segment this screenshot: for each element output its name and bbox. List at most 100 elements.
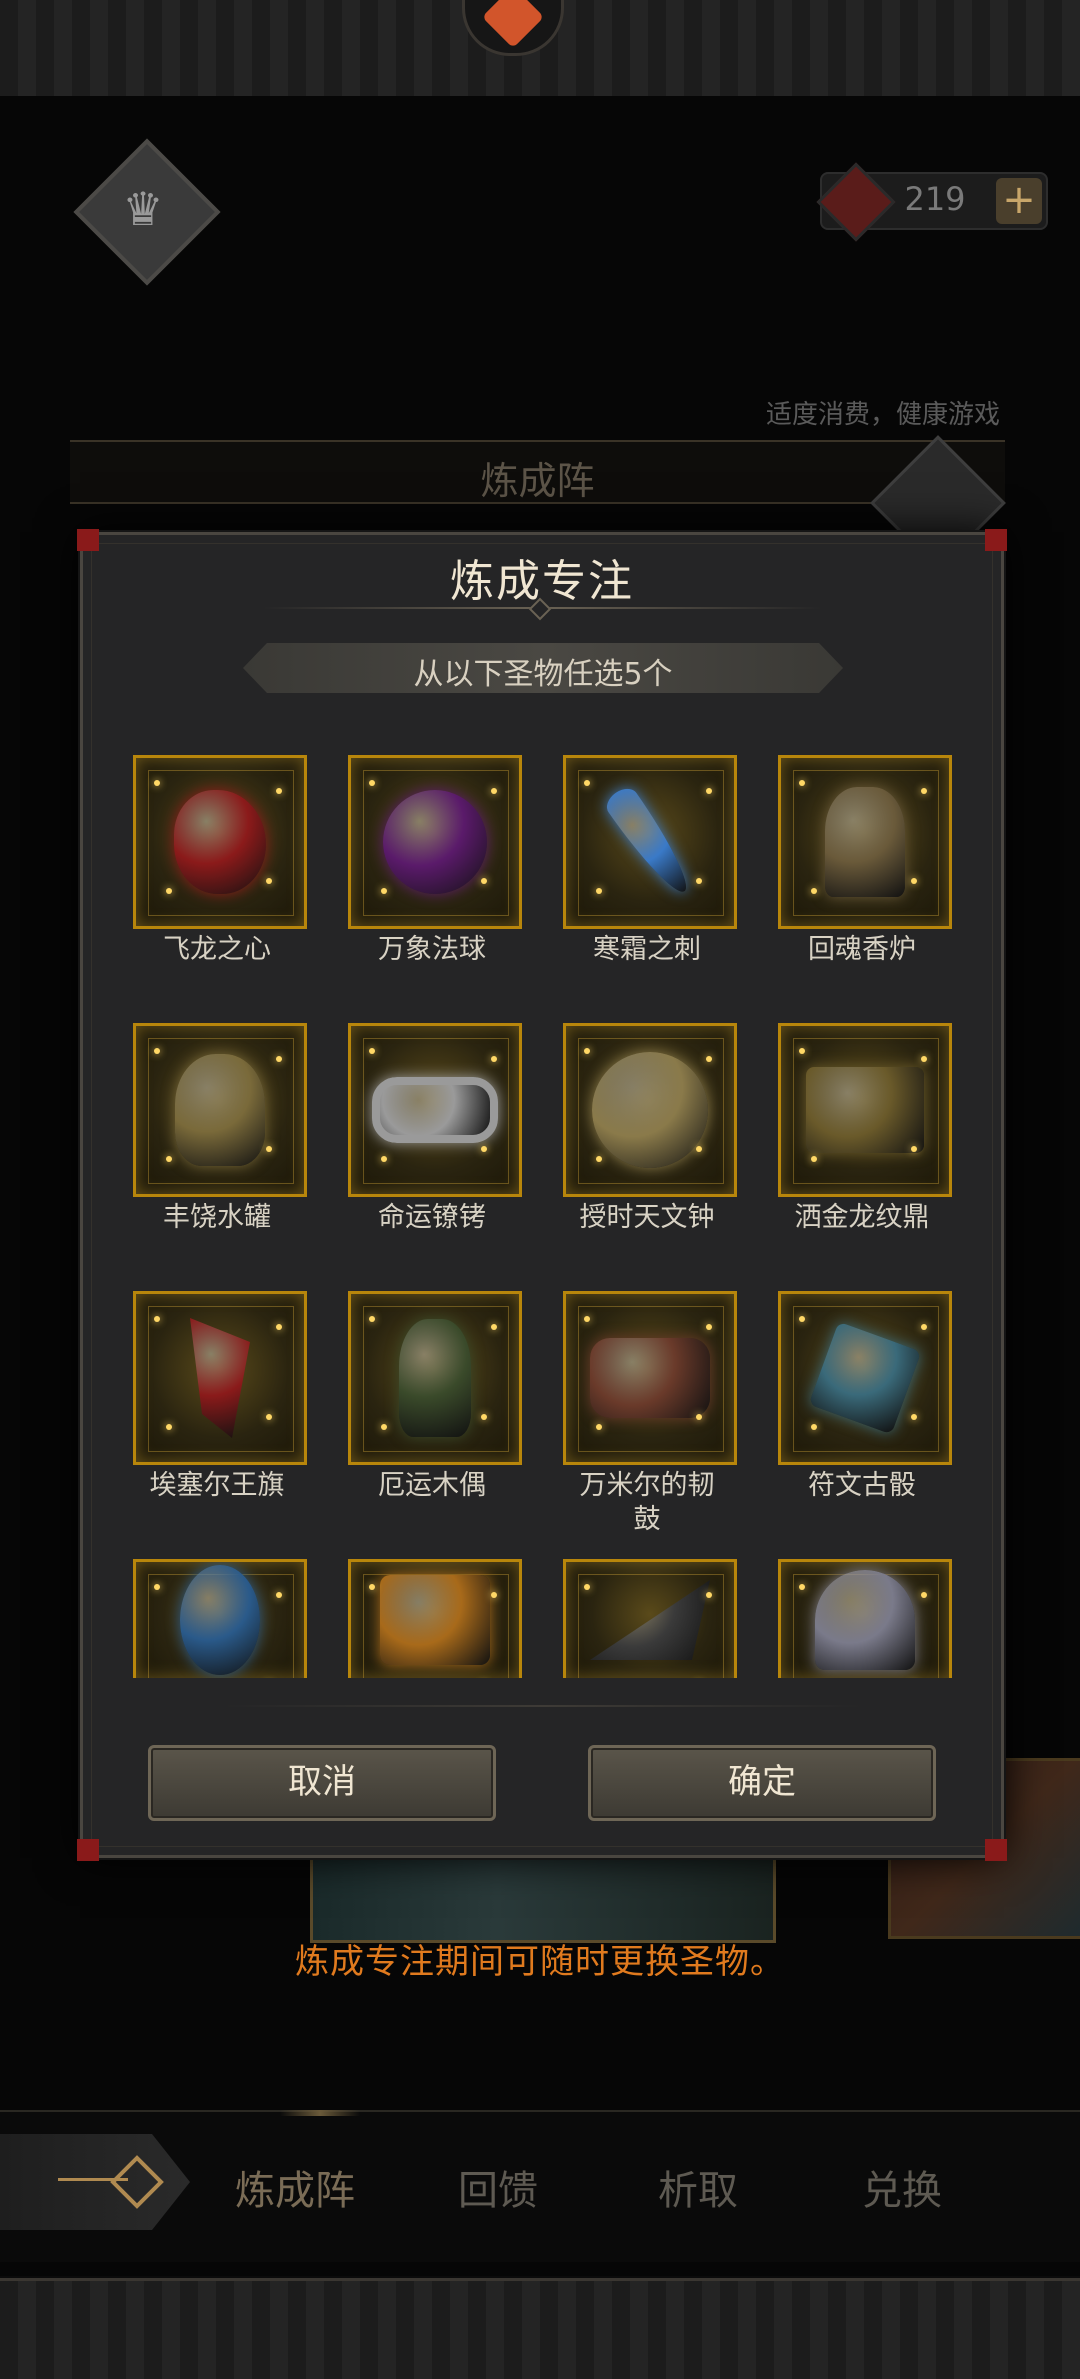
relic-name: 埃塞尔王旗 xyxy=(149,1470,285,1501)
nav-item-extract[interactable]: 析取 xyxy=(618,2158,778,2216)
sparkle xyxy=(266,878,272,884)
relic-name: 丰饶水罐 xyxy=(163,1202,271,1233)
sparkle xyxy=(481,1146,487,1152)
fate-shackles-icon xyxy=(372,1077,498,1143)
sparkle xyxy=(166,1156,172,1162)
sparkle xyxy=(154,780,160,786)
nav-active-indicator xyxy=(280,2110,360,2116)
sparkle xyxy=(596,888,602,894)
crystal-flask-icon xyxy=(180,1565,260,1675)
war-drum-icon xyxy=(590,1338,710,1418)
nav-item-rewards[interactable]: 回馈 xyxy=(418,2158,578,2216)
sparkle xyxy=(596,1424,602,1430)
sparkle xyxy=(276,1592,282,1598)
relic-tile[interactable] xyxy=(778,755,952,929)
relic-tile[interactable] xyxy=(133,1291,307,1465)
sparkle xyxy=(921,1324,927,1330)
relic-name: 授时天文钟 xyxy=(579,1202,715,1233)
confirm-button[interactable]: 确定 xyxy=(588,1745,936,1821)
sparkle xyxy=(584,1584,590,1590)
sparkle xyxy=(491,788,497,794)
sparkle xyxy=(266,1414,272,1420)
nav-item-exchange[interactable]: 兑换 xyxy=(822,2158,982,2216)
relic-tile[interactable] xyxy=(348,1559,522,1678)
sparkle xyxy=(369,1048,375,1054)
relic-tile[interactable] xyxy=(563,755,737,929)
sparkle xyxy=(166,888,172,894)
sparkle xyxy=(799,1048,805,1054)
sparkle xyxy=(706,788,712,794)
relic-name: 万象法球 xyxy=(378,934,486,965)
relic-selection-dialog: 炼成专注 从以下圣物任选5个 飞龙之心 万象法球 寒霜之刺 回魂香炉 丰饶水罐 命运镣铐授… xyxy=(77,529,1007,1861)
scroll-divider xyxy=(223,1705,863,1707)
relic-tile[interactable] xyxy=(348,1291,522,1465)
astronomical-clock-icon xyxy=(592,1052,708,1168)
relic-tile[interactable] xyxy=(778,1559,952,1678)
sparkle xyxy=(369,1316,375,1322)
sparkle xyxy=(154,1584,160,1590)
sparkle xyxy=(811,888,817,894)
sparkle xyxy=(811,1424,817,1430)
sparkle xyxy=(584,1048,590,1054)
sparkle xyxy=(706,1056,712,1062)
ancient-scroll-icon xyxy=(380,1575,490,1665)
relic-tile[interactable] xyxy=(563,1023,737,1197)
dragon-heart-icon xyxy=(174,790,266,894)
sparkle xyxy=(481,1414,487,1420)
sparkle xyxy=(276,1056,282,1062)
relic-tile[interactable] xyxy=(133,755,307,929)
relic-tile[interactable] xyxy=(133,1023,307,1197)
sparkle xyxy=(911,878,917,884)
nav-item-alchemy[interactable]: 炼成阵 xyxy=(215,2158,375,2216)
background-panel-title: 炼成阵 xyxy=(480,459,595,503)
sparkle xyxy=(369,780,375,786)
relic-tile[interactable] xyxy=(348,755,522,929)
dialog-corner xyxy=(77,1839,99,1861)
relic-tile[interactable] xyxy=(563,1559,737,1678)
arcane-orb-icon xyxy=(383,790,487,894)
sparkle xyxy=(166,1424,172,1430)
sparkle xyxy=(491,1056,497,1062)
dialog-subtitle: 从以下圣物任选5个 xyxy=(413,657,673,692)
sparkle xyxy=(369,1584,375,1590)
relic-tile[interactable] xyxy=(778,1023,952,1197)
relic-tile[interactable] xyxy=(778,1291,952,1465)
relic-name: 回魂香炉 xyxy=(808,934,916,965)
sparkle xyxy=(381,1156,387,1162)
silver-chalice-icon xyxy=(815,1570,915,1670)
sparkle xyxy=(381,888,387,894)
sparkle xyxy=(799,1316,805,1322)
sparkle xyxy=(911,1146,917,1152)
relic-tile[interactable] xyxy=(133,1559,307,1678)
relic-name: 命运镣铐 xyxy=(378,1202,486,1233)
relic-tile[interactable] xyxy=(348,1023,522,1197)
bottom-ornament-bar xyxy=(0,2278,1080,2379)
sparkle xyxy=(921,1056,927,1062)
abundance-jar-icon xyxy=(175,1054,265,1166)
sparkle xyxy=(381,1424,387,1430)
sparkle xyxy=(921,1592,927,1598)
sparkle xyxy=(696,1146,702,1152)
relic-name: 飞龙之心 xyxy=(163,934,271,965)
relic-name: 厄运木偶 xyxy=(378,1470,486,1501)
cancel-button[interactable]: 取消 xyxy=(148,1745,496,1821)
sparkle xyxy=(266,1146,272,1152)
dialog-corner xyxy=(985,1839,1007,1861)
sparkle xyxy=(154,1048,160,1054)
relic-name: 万米尔的韧鼓 xyxy=(579,1470,715,1535)
sparkle xyxy=(276,788,282,794)
sparkle xyxy=(491,1592,497,1598)
doom-puppet-icon xyxy=(399,1319,471,1437)
sparkle xyxy=(584,1316,590,1322)
sparkle xyxy=(911,1414,917,1420)
sparkle xyxy=(921,788,927,794)
relic-name: 寒霜之刺 xyxy=(593,934,701,965)
hint-text: 炼成专注期间可随时更换圣物。 xyxy=(295,1942,785,1982)
sparkle xyxy=(706,1592,712,1598)
sparkle xyxy=(596,1156,602,1162)
sparkle xyxy=(799,1584,805,1590)
add-currency-button[interactable]: + xyxy=(996,178,1042,224)
sparkle xyxy=(696,1414,702,1420)
sparkle xyxy=(811,1156,817,1162)
relic-tile[interactable] xyxy=(563,1291,737,1465)
